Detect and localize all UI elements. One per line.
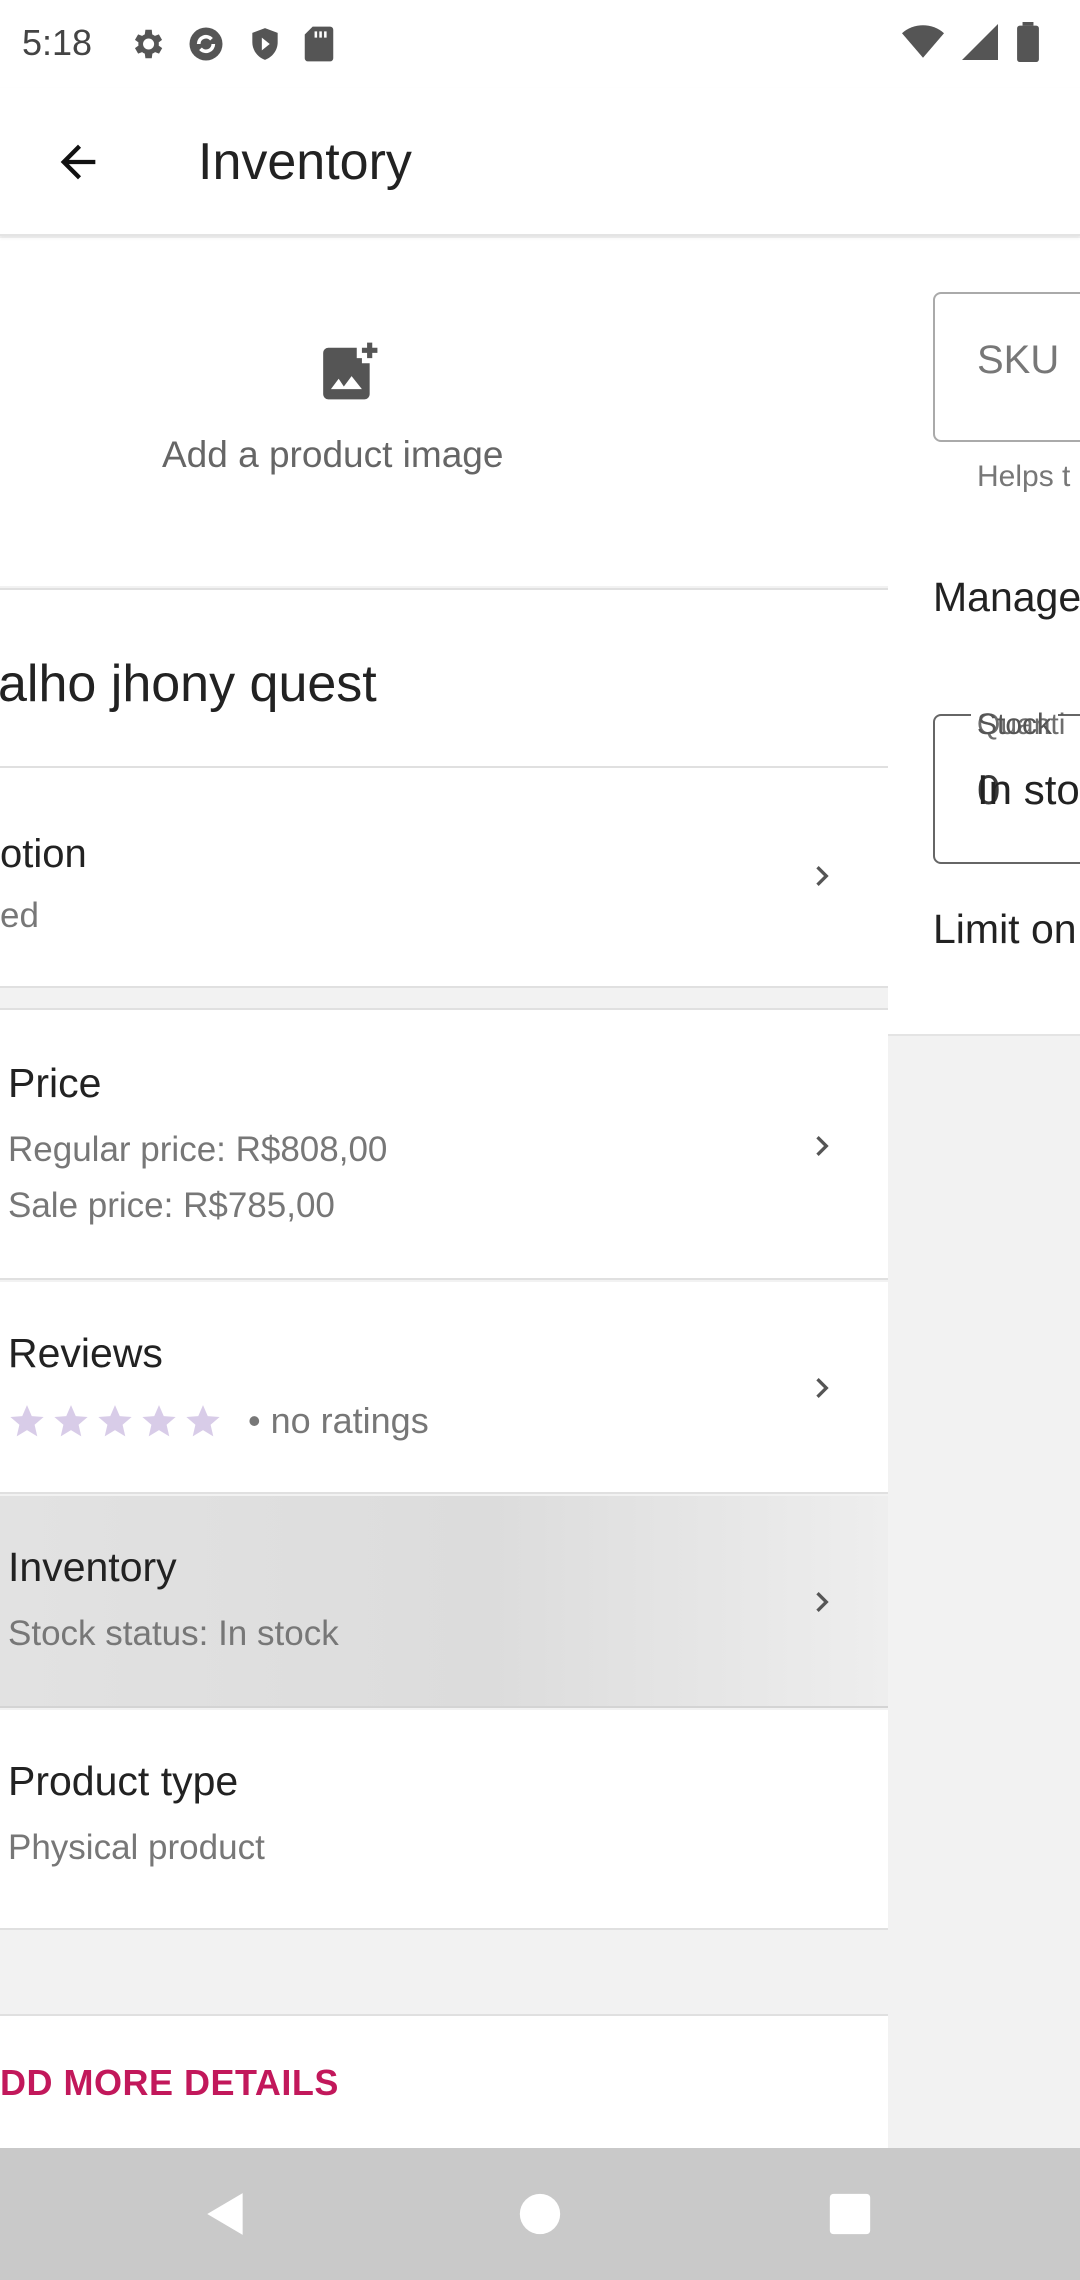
shield-icon — [252, 28, 278, 60]
add-more-details-button[interactable]: DD MORE DETAILS — [0, 2014, 888, 2150]
add-image-label: Add a product image — [162, 434, 504, 475]
arrow-back-icon — [60, 144, 96, 180]
app-bar: Inventory — [0, 88, 1080, 236]
screen: 5:18 Inventory Add a product image alho … — [0, 0, 1080, 2280]
status-time: 5:18 — [22, 22, 93, 63]
inventory-label: Inventory — [8, 1544, 177, 1590]
add-more-details-label: DD MORE DETAILS — [0, 2062, 339, 2103]
product-title: alho jhony quest — [0, 655, 377, 713]
page-title: Inventory — [198, 133, 412, 191]
ratings-text: • no ratings — [248, 1400, 429, 1441]
nav-recents-icon — [829, 2193, 871, 2235]
nav-recents-button[interactable] — [814, 2178, 886, 2250]
star-icon — [186, 1405, 220, 1437]
nav-home-icon — [519, 2193, 561, 2235]
chevron-right-icon — [800, 854, 844, 898]
inventory-row[interactable]: Inventory Stock status: In stock — [0, 1496, 888, 1708]
nav-back-button[interactable] — [190, 2178, 262, 2250]
star-icon — [98, 1405, 132, 1437]
description-label: otion — [0, 832, 87, 876]
sku-input[interactable]: SKU — [933, 292, 1080, 442]
quantity-value: 0 — [977, 766, 1001, 813]
star-icon — [54, 1405, 88, 1437]
product-detail-pane: Add a product image alho jhony quest oti… — [0, 238, 888, 2150]
sku-placeholder: SKU — [977, 338, 1060, 382]
star-icon — [142, 1405, 176, 1437]
description-row[interactable]: otion ed — [0, 768, 888, 988]
wifi-icon — [902, 25, 944, 58]
reviews-label: Reviews — [8, 1330, 163, 1376]
star-icon — [10, 1405, 44, 1437]
chevron-right-icon — [800, 1580, 844, 1624]
rating-stars — [8, 1402, 222, 1440]
product-type-value: Physical product — [8, 1828, 265, 1867]
sale-price: Sale price: R$785,00 — [8, 1186, 335, 1225]
settings-icon — [134, 29, 163, 59]
status-icons-left — [128, 22, 336, 66]
product-title-field[interactable]: alho jhony quest — [0, 588, 888, 768]
back-button[interactable] — [40, 124, 116, 200]
product-type-row[interactable]: Product type Physical product — [0, 1710, 888, 1930]
inventory-pane: SKU Helps t Manage Stock Quanti In sto 0… — [888, 238, 1080, 2148]
nav-back-icon — [207, 2193, 243, 2235]
description-sub: ed — [0, 896, 39, 935]
price-row[interactable]: Price Regular price: R$808,00 Sale price… — [0, 1008, 888, 1280]
add-image-area[interactable]: Add a product image — [0, 238, 888, 586]
manage-stock-label: Manage — [933, 574, 1080, 620]
add-photo-icon — [323, 342, 378, 400]
chevron-right-icon — [800, 1366, 844, 1410]
nav-home-button[interactable] — [504, 2178, 576, 2250]
quantity-legend: Quanti — [977, 708, 1066, 741]
system-nav-bar — [0, 2148, 1080, 2280]
sku-helper-text: Helps t — [977, 460, 1071, 493]
stock-status: Stock status: In stock — [8, 1614, 339, 1653]
chevron-right-icon — [800, 1124, 844, 1168]
signal-icon — [962, 24, 998, 60]
inventory-form: SKU Helps t Manage Stock Quanti In sto 0… — [888, 238, 1080, 1036]
limit-one-label: Limit on — [933, 906, 1077, 952]
regular-price: Regular price: R$808,00 — [8, 1130, 388, 1169]
product-type-label: Product type — [8, 1758, 239, 1804]
price-label: Price — [8, 1060, 102, 1106]
battery-icon — [1017, 22, 1039, 62]
sync-icon — [189, 27, 223, 61]
reviews-row[interactable]: Reviews • no ratings — [0, 1282, 888, 1494]
sd-card-icon — [304, 26, 334, 62]
status-icons-right — [902, 22, 1040, 62]
stock-status-field[interactable]: Stock Quanti In sto 0 — [933, 708, 1080, 864]
status-bar: 5:18 — [0, 0, 1080, 88]
